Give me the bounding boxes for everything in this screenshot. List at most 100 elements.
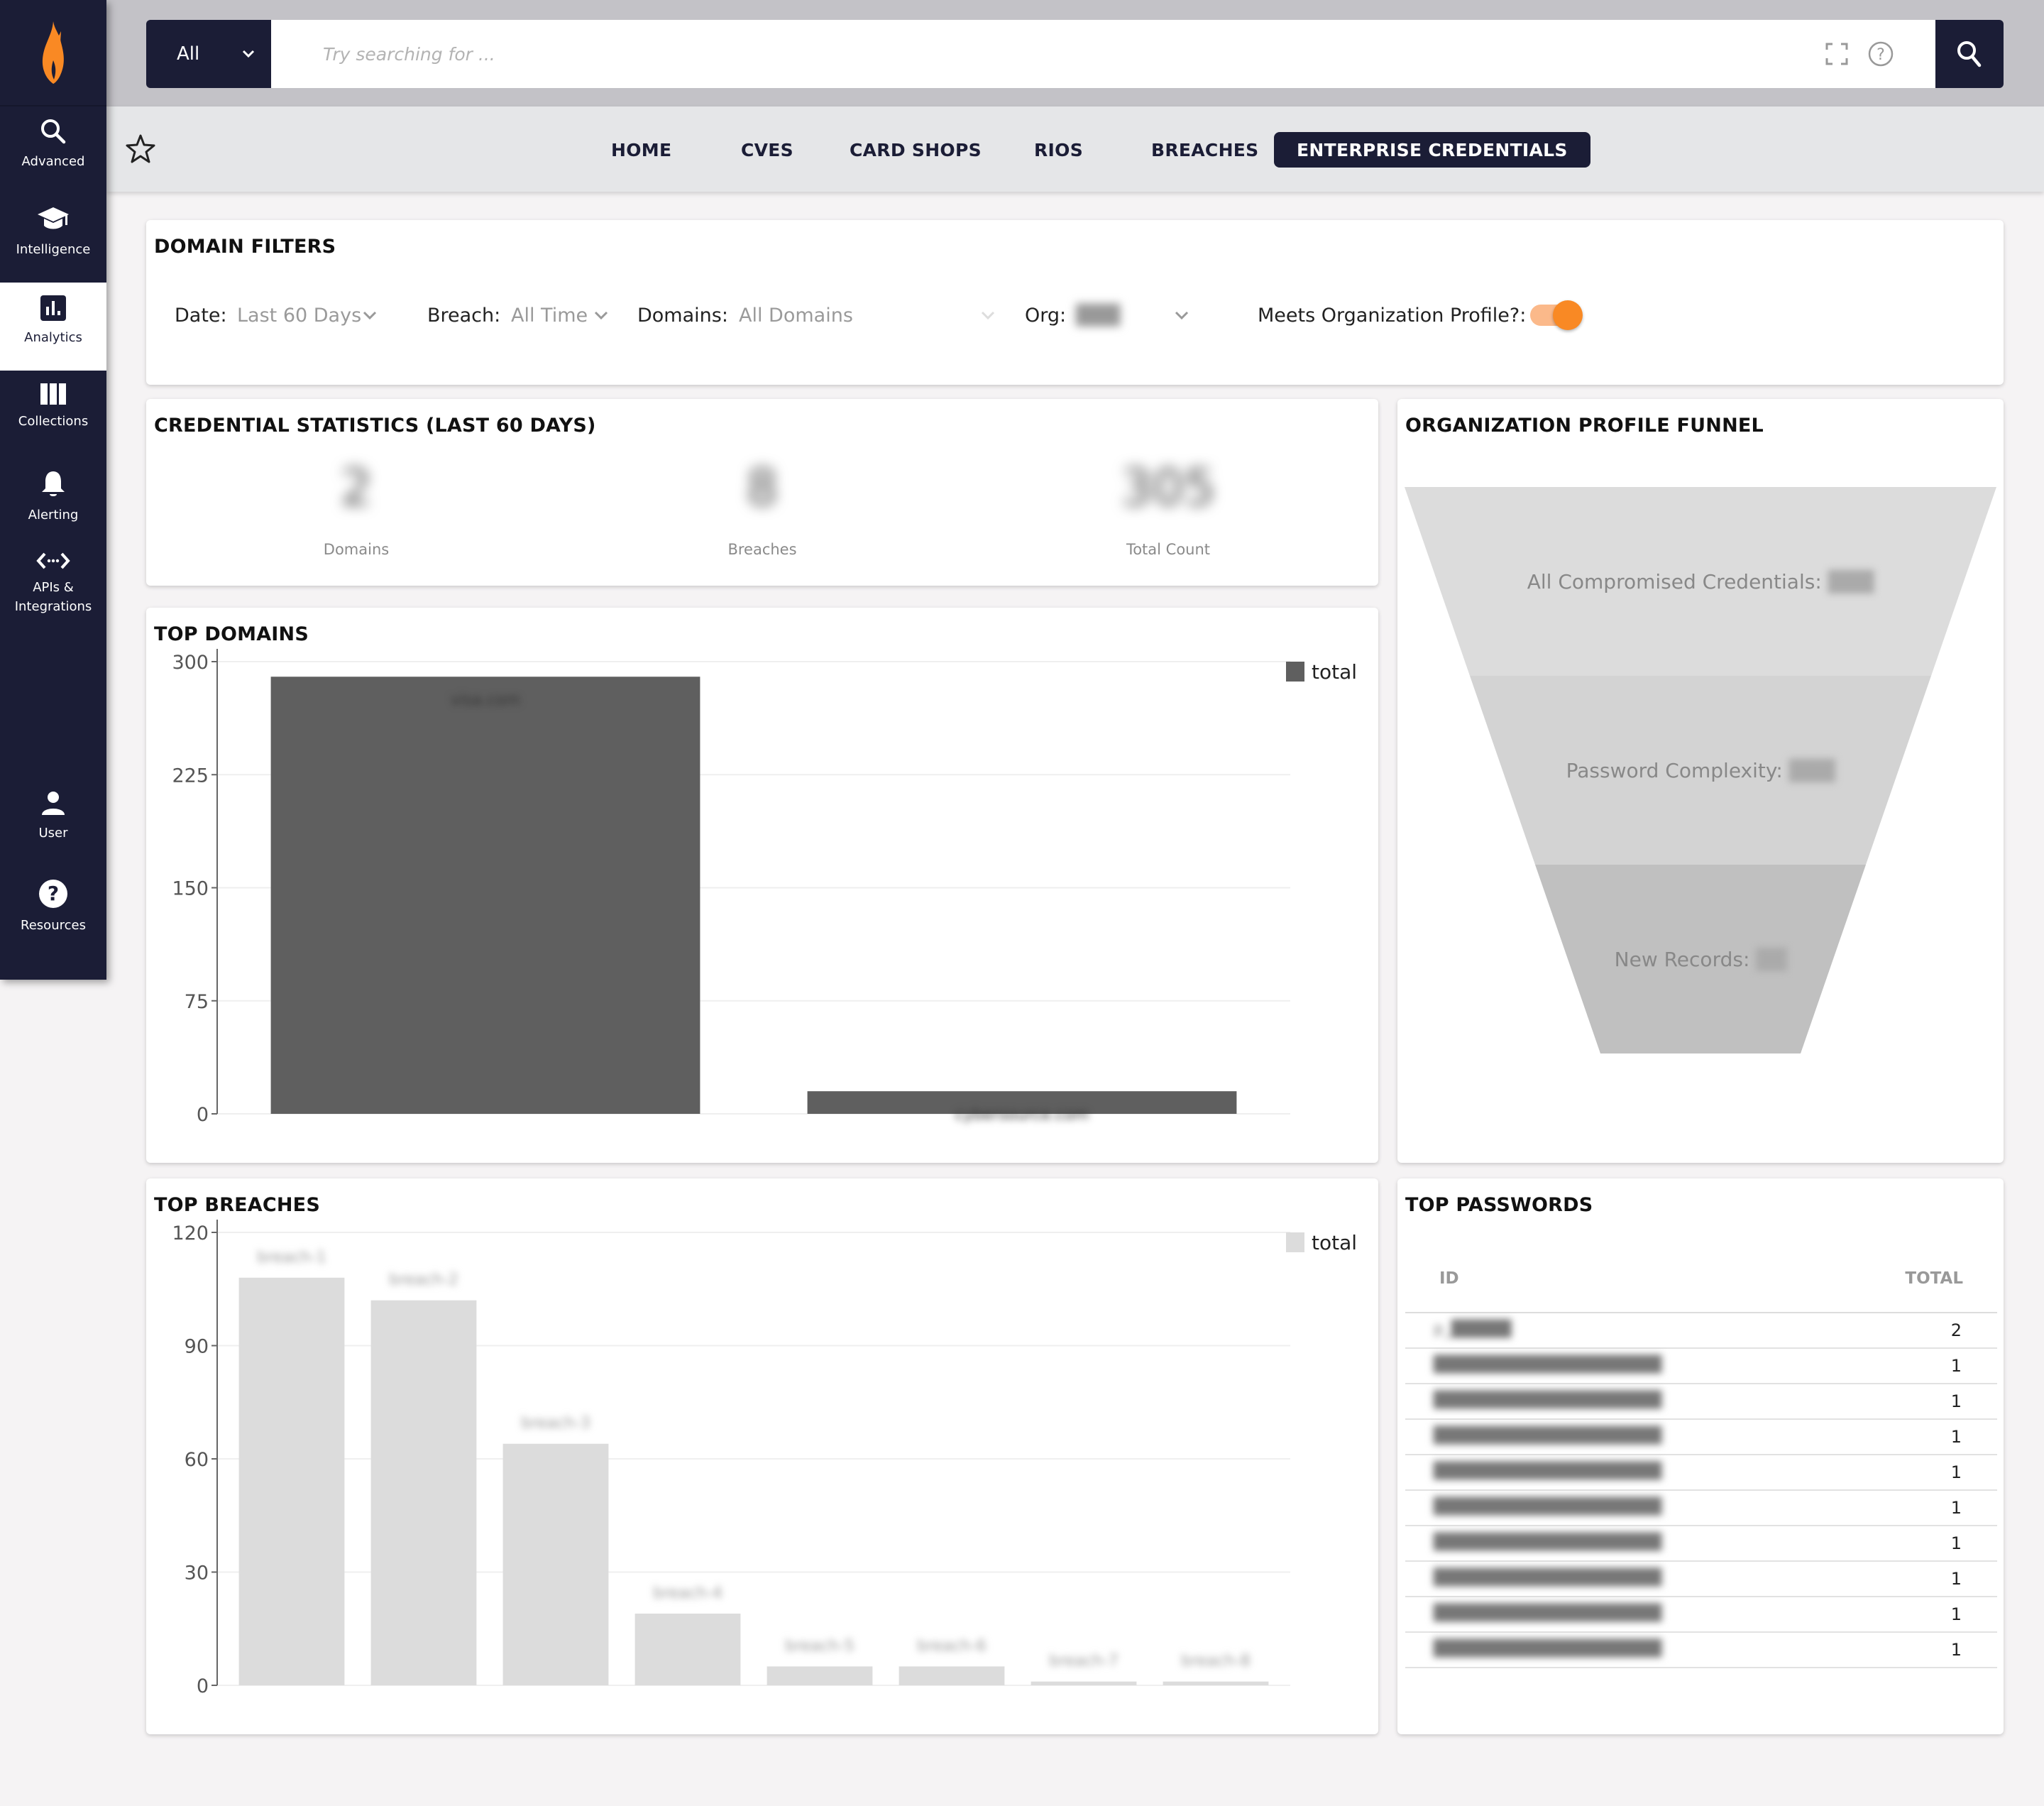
domains-filter-dropdown[interactable]: All Domains (739, 305, 853, 327)
flame-logo[interactable] (0, 0, 106, 106)
chevron-down-icon (242, 50, 255, 58)
password-total: 2 (1950, 1320, 1962, 1340)
breach-filter-label: Breach: (427, 305, 501, 327)
search-bar: All ? (146, 20, 2004, 88)
search-input[interactable] (271, 20, 1935, 88)
sidebar-item-collections[interactable]: Collections (0, 383, 106, 460)
column-header-total[interactable]: TOTAL (1905, 1269, 1963, 1288)
column-header-id[interactable]: ID (1439, 1269, 1459, 1288)
chevron-down-icon[interactable] (980, 310, 996, 320)
help-icon[interactable]: ? (1868, 41, 1894, 67)
bar[interactable] (270, 677, 700, 1114)
help-circle-icon: ? (39, 880, 67, 908)
code-arrows-icon (36, 552, 70, 569)
table-row[interactable]: ███████████████████ 1 (1405, 1384, 1997, 1420)
org-filter-label: Org: (1025, 305, 1067, 327)
sidebar-item-advanced[interactable]: Advanced (0, 118, 106, 195)
columns-icon (40, 383, 66, 405)
bar[interactable] (1031, 1681, 1137, 1685)
legend-label[interactable]: total (1312, 660, 1357, 684)
sidebar-item-intelligence[interactable]: Intelligence (0, 206, 106, 283)
bar-label: breach-7 (1049, 1653, 1119, 1670)
svg-text:?: ? (48, 882, 59, 905)
password-id: ███████████████████ (1434, 1391, 1662, 1409)
date-filter-dropdown[interactable]: Last 60 Days (237, 305, 361, 327)
org-profile-label: Meets Organization Profile?: (1258, 305, 1527, 327)
card-title: DOMAIN FILTERS (154, 236, 336, 258)
card-title: TOP PASSWORDS (1405, 1194, 1593, 1216)
search-scope-dropdown[interactable]: All (146, 20, 271, 88)
table-body: p_█████ 2 ███████████████████ 1 ████████████… (1405, 1313, 1997, 1668)
bar[interactable] (899, 1666, 1005, 1685)
bar-label: breach-4 (653, 1585, 722, 1602)
table-row[interactable]: ███████████████████ 1 (1405, 1455, 1997, 1491)
bar[interactable] (238, 1277, 345, 1685)
y-tick-label: 0 (197, 1675, 209, 1697)
table-row[interactable]: ███████████████████ 1 (1405, 1491, 1997, 1526)
top-domains-chart: 0 75 150 225 300 visa.com cybersource.com total (172, 649, 1357, 1126)
legend-label[interactable]: total (1312, 1231, 1357, 1254)
sidebar-item-label: APIs & (33, 580, 74, 595)
search-icon (1957, 41, 1982, 67)
tab-card-shops[interactable]: CARD SHOPS (850, 132, 982, 168)
stat-value: 305 (1121, 459, 1216, 517)
password-id: ███████████████████ (1434, 1604, 1662, 1622)
tab-home[interactable]: HOME (611, 132, 671, 168)
bar-label: cybersource.com (955, 1106, 1089, 1124)
breach-filter-dropdown[interactable]: All Time (511, 305, 588, 327)
chevron-down-icon[interactable] (362, 310, 378, 320)
flame-logo-icon (42, 21, 64, 84)
sidebar-item-analytics[interactable]: Analytics (0, 283, 106, 371)
legend-swatch (1286, 1232, 1304, 1252)
tab-rios[interactable]: RIOS (1034, 132, 1083, 168)
sidebar-item-alerting[interactable]: Alerting (0, 470, 106, 547)
bar[interactable] (502, 1443, 609, 1685)
sidebar-item-label: Collections (18, 414, 89, 429)
tab-cves[interactable]: CVES (741, 132, 793, 168)
svg-text:?: ? (1877, 46, 1885, 64)
password-total: 1 (1950, 1391, 1962, 1411)
expand-icon[interactable] (1825, 43, 1848, 65)
bar[interactable] (1163, 1681, 1269, 1685)
chevron-down-icon[interactable] (1174, 310, 1189, 320)
table-row[interactable]: ███████████████████ 1 (1405, 1562, 1997, 1597)
org-profile-funnel-card: ORGANIZATION PROFILE FUNNEL All Compromi… (1397, 399, 2004, 1163)
table-row[interactable]: ███████████████████ 1 (1405, 1526, 1997, 1562)
table-row[interactable]: ███████████████████ 1 (1405, 1633, 1997, 1668)
sidebar-item-user[interactable]: User (0, 791, 106, 868)
funnel-stage-label: Password Complexity: ███ (1566, 758, 1835, 782)
y-tick-label: 120 (172, 1222, 209, 1244)
sidebar: Advanced Intelligence Analytics Collecti… (0, 0, 106, 980)
bar[interactable] (634, 1613, 741, 1685)
org-filter-dropdown[interactable]: ███ (1076, 305, 1120, 327)
search-button[interactable] (1935, 20, 2004, 88)
sidebar-item-apis[interactable]: APIs & Integrations (0, 551, 106, 639)
chevron-down-icon[interactable] (593, 310, 609, 320)
bar[interactable] (766, 1666, 873, 1685)
tab-breaches[interactable]: BREACHES (1151, 132, 1258, 168)
table-row[interactable]: ███████████████████ 1 (1405, 1420, 1997, 1455)
table-row[interactable]: ███████████████████ 1 (1405, 1597, 1997, 1633)
bar[interactable] (370, 1300, 477, 1685)
password-total: 1 (1950, 1640, 1962, 1660)
toggle-knob (1553, 300, 1583, 330)
password-id: p_█████ (1434, 1320, 1512, 1338)
funnel-chart: All Compromised Credentials: ███ Password… (1405, 487, 1996, 1054)
search-scope-value: All (177, 43, 200, 65)
table-header: ID TOTAL (1405, 1228, 1997, 1313)
password-id: ███████████████████ (1434, 1356, 1662, 1374)
passwords-table: ID TOTAL p_█████ 2 ███████████████████ 1 ███… (1405, 1228, 1997, 1668)
table-row[interactable]: ███████████████████ 1 (1405, 1349, 1997, 1384)
bar-label: breach-6 (917, 1637, 987, 1655)
tab-enterprise-credentials[interactable]: ENTERPRISE CREDENTIALS (1274, 132, 1590, 168)
card-title: CREDENTIAL STATISTICS (LAST 60 DAYS) (154, 415, 596, 437)
stat-label: Total Count (1126, 541, 1211, 558)
sidebar-item-label: User (38, 826, 68, 841)
table-row[interactable]: p_█████ 2 (1405, 1313, 1997, 1349)
password-total: 1 (1950, 1604, 1962, 1624)
password-id: ███████████████████ (1434, 1498, 1662, 1516)
sidebar-item-resources[interactable]: ? Resources (0, 879, 106, 956)
stat-label: Breaches (727, 541, 797, 558)
funnel-stage-label: All Compromised Credentials: ███ (1527, 569, 1874, 593)
org-profile-toggle[interactable] (1530, 300, 1583, 330)
